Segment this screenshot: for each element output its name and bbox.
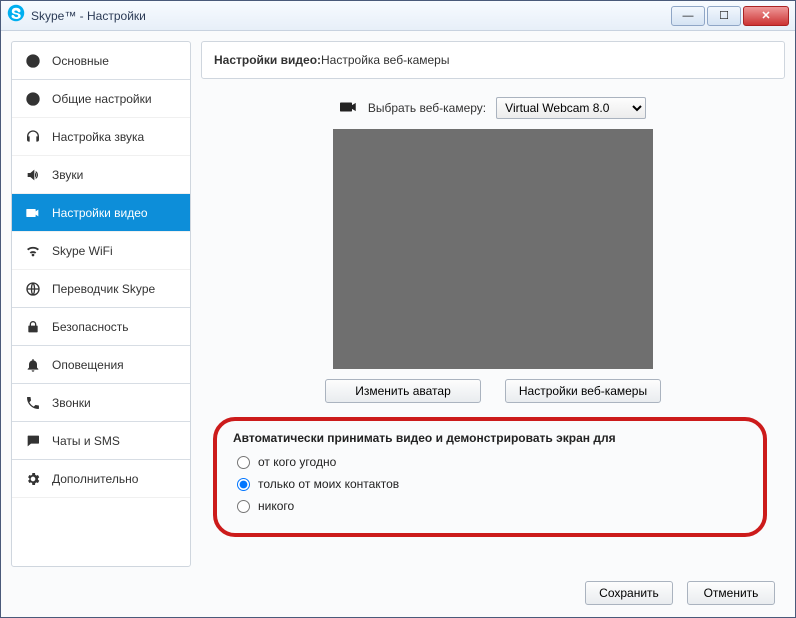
window-controls: — ☐ ✕ [669,6,789,26]
camera-icon [24,204,42,222]
camera-select[interactable]: Virtual Webcam 8.0 [496,97,646,119]
change-avatar-button[interactable]: Изменить аватар [325,379,481,403]
close-button[interactable]: ✕ [743,6,789,26]
maximize-button[interactable]: ☐ [707,6,741,26]
skype-icon [24,52,42,70]
radio-anyone-input[interactable] [237,456,250,469]
sidebar-item-label: Переводчик Skype [52,282,155,296]
skype-icon [24,90,42,108]
app-icon [7,4,25,27]
headphones-icon [24,128,42,146]
heading-bold: Настройки видео: [214,53,321,67]
radio-none[interactable]: никого [237,499,747,513]
titlebar[interactable]: Skype™ - Настройки — ☐ ✕ [1,1,795,31]
auto-accept-group: Автоматически принимать видео и демонстр… [213,417,767,537]
sidebar-item-label: Оповещения [52,358,124,372]
webcam-settings-button[interactable]: Настройки веб-камеры [505,379,661,403]
settings-window: Skype™ - Настройки — ☐ ✕ Основные Общие … [0,0,796,618]
cancel-button[interactable]: Отменить [687,581,775,605]
radio-anyone-label: от кого угодно [258,455,336,469]
sidebar-item-general[interactable]: Общие настройки [12,80,190,118]
camera-select-row: Выбрать веб-камеру: Virtual Webcam 8.0 [209,97,777,119]
sidebar-item-audio[interactable]: Настройка звука [12,118,190,156]
globe-icon [24,280,42,298]
sidebar-item-label: Общие настройки [52,92,152,106]
radio-none-label: никого [258,499,294,513]
sidebar-item-wifi[interactable]: Skype WiFi [12,232,190,270]
save-button[interactable]: Сохранить [585,581,673,605]
radio-none-input[interactable] [237,500,250,513]
camera-preview [333,129,653,369]
window-title: Skype™ - Настройки [31,9,146,23]
sidebar-item-label: Безопасность [52,320,129,334]
sidebar-item-security[interactable]: Безопасность [12,308,190,346]
radio-contacts-input[interactable] [237,478,250,491]
heading-rest: Настройка веб-камеры [321,53,449,67]
content-panel: Настройки видео: Настройка веб-камеры Вы… [201,41,785,567]
radio-contacts-label: только от моих контактов [258,477,399,491]
sidebar-item-main[interactable]: Основные [12,42,190,80]
gear-icon [24,470,42,488]
footer-buttons: Сохранить Отменить [585,581,775,605]
sidebar-item-label: Звонки [52,396,91,410]
sidebar-item-video[interactable]: Настройки видео [12,194,190,232]
sidebar-item-calls[interactable]: Звонки [12,384,190,422]
sidebar-item-translator[interactable]: Переводчик Skype [12,270,190,308]
minimize-button[interactable]: — [671,6,705,26]
content-body: Выбрать веб-камеру: Virtual Webcam 8.0 И… [201,79,785,545]
chat-icon [24,432,42,450]
auto-accept-heading: Автоматически принимать видео и демонстр… [233,431,747,445]
radio-contacts[interactable]: только от моих контактов [237,477,747,491]
preview-buttons: Изменить аватар Настройки веб-камеры [209,379,777,403]
lock-icon [24,318,42,336]
content-heading: Настройки видео: Настройка веб-камеры [201,41,785,79]
sidebar-item-label: Дополнительно [52,472,138,486]
client-area: Основные Общие настройки Настройка звука… [1,31,795,617]
sidebar: Основные Общие настройки Настройка звука… [11,41,191,567]
radio-anyone[interactable]: от кого угодно [237,455,747,469]
sidebar-item-label: Чаты и SMS [52,434,120,448]
sidebar-item-sounds[interactable]: Звуки [12,156,190,194]
sidebar-item-advanced[interactable]: Дополнительно [12,460,190,498]
sidebar-item-notifications[interactable]: Оповещения [12,346,190,384]
sidebar-item-label: Настройки видео [52,206,148,220]
camera-icon [340,100,358,117]
phone-icon [24,394,42,412]
camera-select-label: Выбрать веб-камеру: [368,101,486,115]
bell-icon [24,356,42,374]
wifi-icon [24,242,42,260]
sidebar-item-label: Настройка звука [52,130,144,144]
sidebar-item-chats[interactable]: Чаты и SMS [12,422,190,460]
sidebar-item-label: Основные [52,54,109,68]
sidebar-item-label: Skype WiFi [52,244,113,258]
sidebar-item-label: Звуки [52,168,83,182]
speaker-icon [24,166,42,184]
